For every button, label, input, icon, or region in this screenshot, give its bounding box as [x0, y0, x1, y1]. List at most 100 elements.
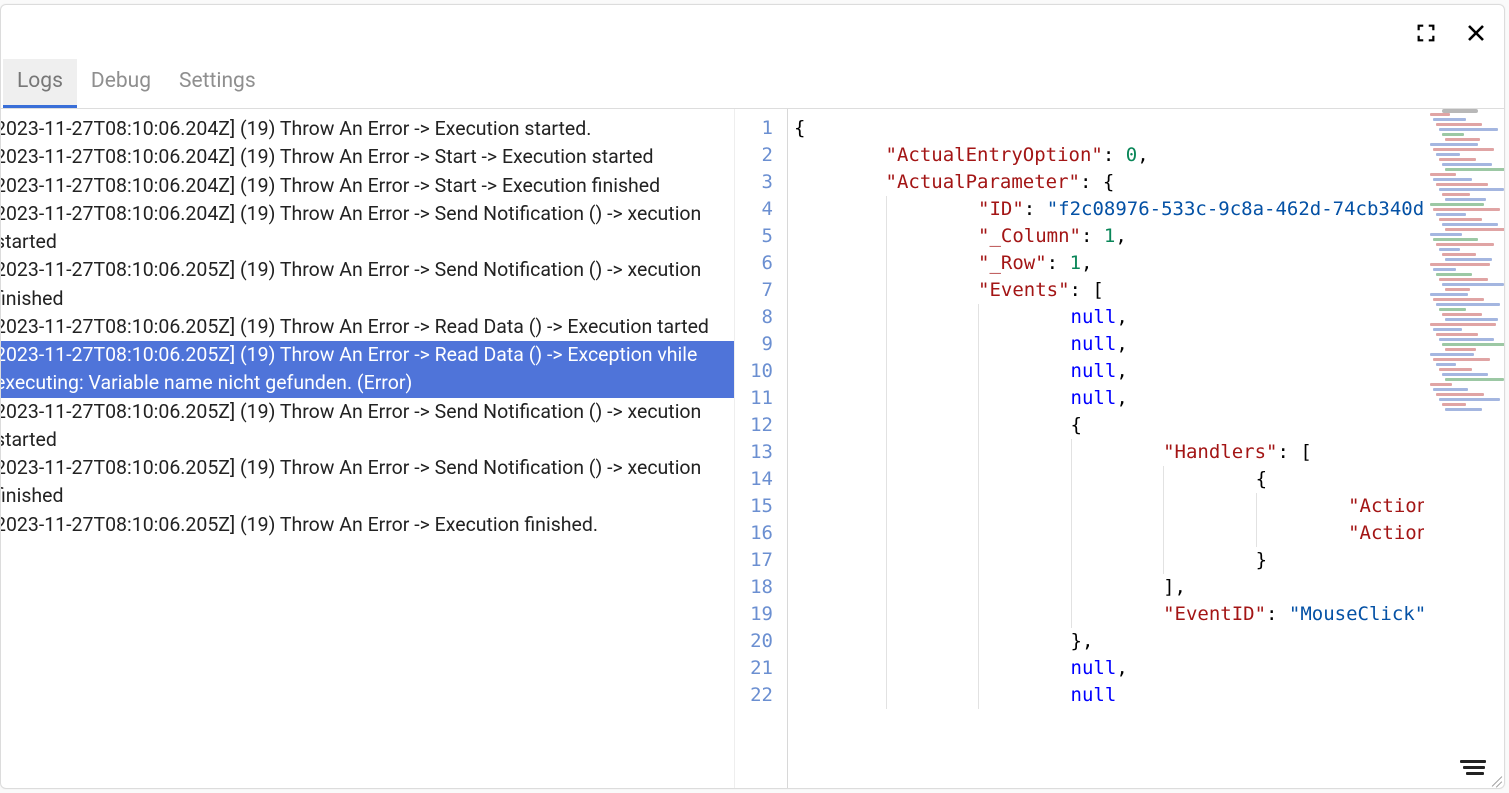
tab-settings[interactable]: Settings	[165, 59, 270, 108]
code-line[interactable]: "Action": "40cde3b0-866b-f2	[794, 520, 1424, 547]
minimap-line	[1433, 298, 1484, 301]
minimap-line	[1442, 403, 1466, 406]
code-line[interactable]: "ActualEntryOption": 0,	[794, 142, 1424, 169]
line-number: 8	[735, 304, 773, 331]
minimap-line	[1433, 268, 1456, 271]
minimap-line	[1433, 178, 1472, 181]
minimap-line	[1436, 393, 1484, 396]
code-line[interactable]: null,	[794, 655, 1424, 682]
code-line[interactable]: {	[794, 466, 1424, 493]
minimap-line	[1442, 133, 1464, 136]
minimap-line	[1445, 198, 1486, 201]
minimap-line	[1439, 308, 1466, 311]
log-line[interactable]: 2023-11-27T08:10:06.205Z] (19) Throw An …	[1, 454, 734, 511]
code-line[interactable]: "ID": "f2c08976-533c-9c8a-462d-74cb340d9…	[794, 196, 1424, 223]
log-line[interactable]: 2023-11-27T08:10:06.205Z] (19) Throw An …	[1, 313, 734, 341]
minimap-line	[1442, 283, 1504, 286]
code-line[interactable]: {	[794, 115, 1424, 142]
line-number-gutter: 12345678910111213141516171819202122	[735, 109, 787, 788]
close-icon[interactable]	[1462, 19, 1490, 47]
code-content[interactable]: { "ActualEntryOption": 0, "ActualParamet…	[787, 109, 1424, 788]
line-number: 21	[735, 655, 773, 682]
minimap-line	[1445, 348, 1476, 351]
minimap-line	[1436, 123, 1482, 126]
code-line[interactable]: "ActionType": 0,	[794, 493, 1424, 520]
code-line[interactable]: null	[794, 682, 1424, 709]
log-line[interactable]: 2023-11-27T08:10:06.205Z] (19) Throw An …	[1, 256, 734, 313]
resize-handle[interactable]	[1488, 772, 1502, 786]
log-line[interactable]: 2023-11-27T08:10:06.204Z] (19) Throw An …	[1, 200, 734, 257]
minimap-line	[1442, 223, 1498, 226]
line-number: 16	[735, 520, 773, 547]
code-line[interactable]: "EventID": "MouseClick"	[794, 601, 1424, 628]
code-line[interactable]: },	[794, 628, 1424, 655]
debug-panel: LogsDebugSettings 2023-11-27T08:10:06.20…	[0, 4, 1505, 789]
minimap-line	[1430, 203, 1484, 206]
minimap-line	[1430, 353, 1474, 356]
word-wrap-icon[interactable]	[1460, 758, 1488, 778]
line-number: 22	[735, 682, 773, 709]
code-line[interactable]: null,	[794, 304, 1424, 331]
line-number: 19	[735, 601, 773, 628]
code-line[interactable]: "Handlers": [	[794, 439, 1424, 466]
minimap-line	[1445, 318, 1498, 321]
line-number: 12	[735, 412, 773, 439]
line-number: 9	[735, 331, 773, 358]
code-line[interactable]: null,	[794, 385, 1424, 412]
minimap-line	[1430, 293, 1468, 296]
code-line[interactable]: "Events": [	[794, 277, 1424, 304]
line-number: 17	[735, 547, 773, 574]
fullscreen-icon[interactable]	[1412, 19, 1440, 47]
minimap-line	[1439, 368, 1472, 371]
minimap-line	[1442, 313, 1482, 316]
line-number: 18	[735, 574, 773, 601]
log-line[interactable]: 2023-11-27T08:10:06.204Z] (19) Throw An …	[1, 172, 734, 200]
code-line[interactable]: null,	[794, 358, 1424, 385]
code-line[interactable]: ],	[794, 574, 1424, 601]
minimap-line	[1439, 338, 1494, 341]
minimap-line	[1436, 183, 1488, 186]
log-line[interactable]: 2023-11-27T08:10:06.204Z] (19) Throw An …	[1, 143, 734, 171]
minimap-line	[1436, 273, 1472, 276]
log-line[interactable]: 2023-11-27T08:10:06.205Z] (19) Throw An …	[1, 341, 734, 398]
minimap-line	[1445, 138, 1480, 141]
minimap-line	[1436, 153, 1460, 156]
minimap-line	[1445, 288, 1470, 291]
line-number: 7	[735, 277, 773, 304]
minimap-line	[1445, 228, 1504, 231]
logs-pane[interactable]: 2023-11-27T08:10:06.204Z] (19) Throw An …	[1, 109, 734, 788]
code-line[interactable]: "_Row": 1,	[794, 250, 1424, 277]
line-number: 20	[735, 628, 773, 655]
code-line[interactable]: {	[794, 412, 1424, 439]
minimap-line	[1436, 363, 1456, 366]
line-number: 13	[735, 439, 773, 466]
code-line[interactable]: null,	[794, 331, 1424, 358]
log-line[interactable]: 2023-11-27T08:10:06.205Z] (19) Throw An …	[1, 398, 734, 455]
minimap[interactable]	[1424, 109, 1504, 788]
minimap-line	[1433, 328, 1462, 331]
line-number: 1	[735, 115, 773, 142]
minimap-line	[1439, 218, 1482, 221]
tab-logs[interactable]: Logs	[3, 59, 77, 108]
minimap-line	[1439, 128, 1498, 131]
code-line[interactable]: }	[794, 547, 1424, 574]
code-line[interactable]: "_Column": 1,	[794, 223, 1424, 250]
line-number: 15	[735, 493, 773, 520]
code-line[interactable]: "ActualParameter": {	[794, 169, 1424, 196]
minimap-line	[1433, 238, 1478, 241]
minimap-line	[1445, 378, 1504, 381]
log-line[interactable]: 2023-11-27T08:10:06.204Z] (19) Throw An …	[1, 115, 734, 143]
tab-bar: LogsDebugSettings	[1, 61, 1504, 109]
minimap-line	[1433, 208, 1500, 211]
minimap-line	[1436, 333, 1478, 336]
log-line[interactable]: 2023-11-27T08:10:06.205Z] (19) Throw An …	[1, 511, 734, 539]
minimap-line	[1430, 383, 1452, 386]
tab-debug[interactable]: Debug	[77, 59, 165, 108]
minimap-line	[1433, 358, 1490, 361]
line-number: 3	[735, 169, 773, 196]
minimap-line	[1430, 113, 1450, 116]
minimap-line	[1445, 168, 1504, 171]
code-editor[interactable]: 12345678910111213141516171819202122 { "A…	[734, 109, 1504, 788]
line-number: 10	[735, 358, 773, 385]
minimap-line	[1430, 173, 1456, 176]
